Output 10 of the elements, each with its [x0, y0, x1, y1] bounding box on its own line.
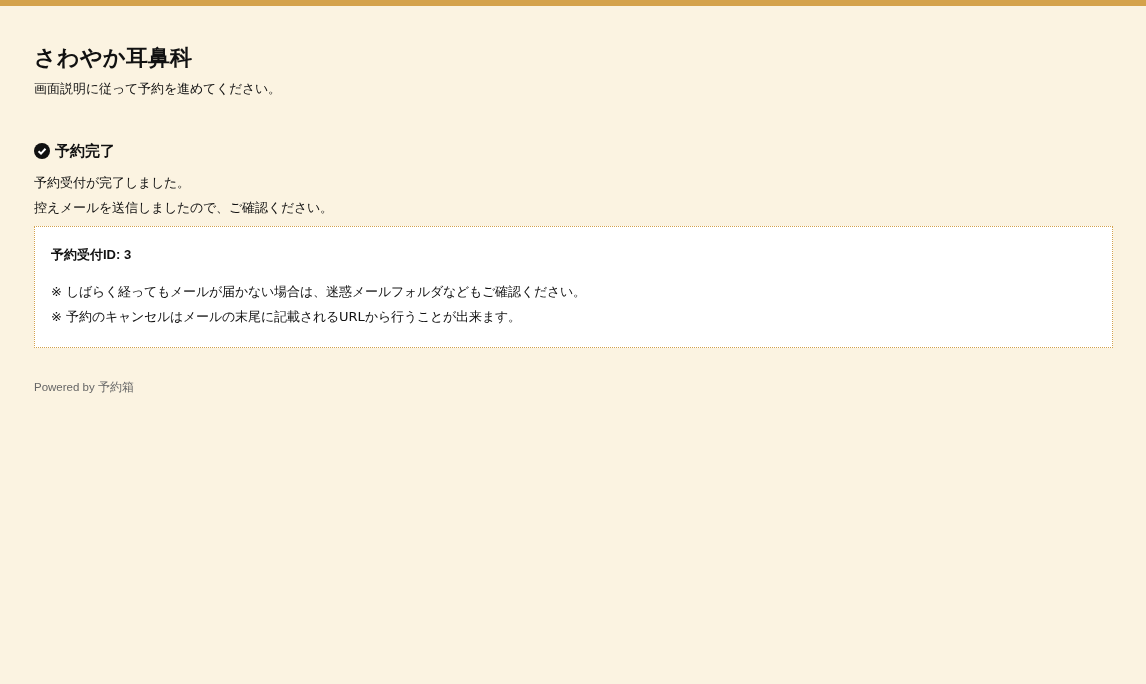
- message-text: 控えメールを送信しましたので、ご確認ください。: [34, 199, 334, 217]
- page-subtitle: 画面説明に従って予約を進めてください。: [34, 80, 282, 98]
- powered-by-text: Powered by 予約箱: [34, 380, 135, 395]
- reservation-id: 予約受付ID: 3: [51, 246, 133, 264]
- check-circle-icon: [34, 143, 50, 159]
- section-title: 予約完了: [55, 141, 115, 161]
- page-title: さわやか耳鼻科: [34, 44, 193, 72]
- message-text: 予約受付が完了しました。: [34, 174, 191, 192]
- note-text: ※ 予約のキャンセルはメールの末尾に記載されるURLから行うことが出来ます。: [51, 308, 522, 326]
- note-text: ※ しばらく経ってもメールが届かない場合は、迷惑メールフォルダなどもご確認ください。: [51, 283, 588, 301]
